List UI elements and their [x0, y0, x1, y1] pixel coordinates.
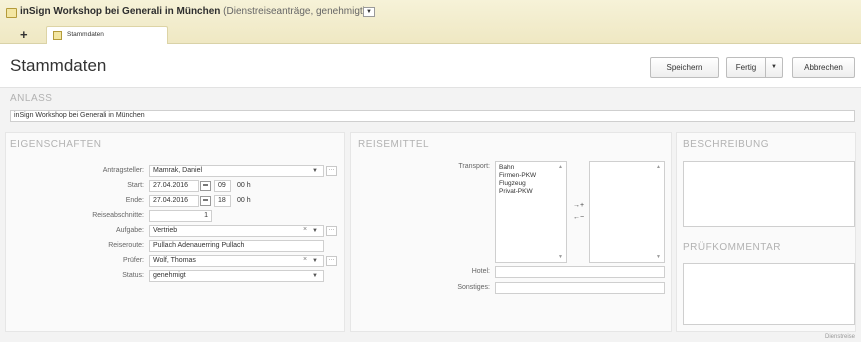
- transport-option[interactable]: Firmen-PKW: [496, 172, 566, 180]
- remove-transport-button[interactable]: ←−: [573, 214, 584, 221]
- chevron-down-icon[interactable]: ▼: [312, 258, 318, 264]
- anlass-input[interactable]: inSign Workshop bei Generali in München: [10, 110, 855, 122]
- start-hour-input[interactable]: 09: [214, 180, 231, 192]
- antragsteller-field[interactable]: Mamrak, Daniel: [149, 165, 324, 177]
- done-button[interactable]: Fertig: [726, 57, 766, 78]
- close-icon[interactable]: ×: [303, 256, 307, 263]
- ende-date-input[interactable]: 27.04.2016: [149, 195, 199, 207]
- hotel-input[interactable]: [495, 266, 665, 278]
- reiseabschnitte-label: Reiseabschnitte:: [92, 212, 144, 219]
- pruefer-label: Prüfer:: [122, 257, 144, 264]
- chevron-down-icon[interactable]: ▼: [312, 273, 318, 279]
- beschreibung-textarea[interactable]: [683, 161, 855, 227]
- done-menu-button[interactable]: ▼: [765, 57, 783, 78]
- save-button[interactable]: Speichern: [650, 57, 719, 78]
- new-tab-button[interactable]: +: [20, 28, 28, 41]
- transport-selected-list[interactable]: ▲ ▼: [589, 161, 665, 263]
- transport-available-list[interactable]: Bahn Firmen-PKW Flugzeug Privat-PKW ▲ ▼: [495, 161, 567, 263]
- hotel-label: Hotel:: [471, 268, 490, 275]
- transport-label: Transport:: [458, 163, 490, 170]
- section-eigenschaften: EIGENSCHAFTEN: [10, 139, 102, 150]
- status-label: Status:: [122, 272, 144, 279]
- document-icon: [53, 31, 62, 40]
- window-title: inSign Workshop bei Generali in München …: [20, 6, 366, 17]
- footer-label: Dienstreise: [824, 334, 855, 340]
- antragsteller-label: Antragsteller:: [102, 167, 144, 174]
- start-minute-input[interactable]: 00 h: [233, 180, 259, 192]
- section-reisemittel: REISEMITTEL: [358, 139, 430, 150]
- tab-stammdaten[interactable]: Stammdaten: [46, 26, 168, 44]
- tab-label: Stammdaten: [67, 31, 104, 38]
- ende-hour-input[interactable]: 18: [214, 195, 231, 207]
- transport-option[interactable]: Bahn: [496, 164, 566, 172]
- reiseabschnitte-input[interactable]: 1: [149, 210, 212, 222]
- window-title-main: inSign Workshop bei Generali in München: [20, 6, 221, 17]
- scroll-up-icon[interactable]: ▲: [656, 164, 661, 170]
- transport-option[interactable]: Privat-PKW: [496, 188, 566, 196]
- pruefer-field[interactable]: Wolf, Thomas: [149, 255, 324, 267]
- window-titlebar: inSign Workshop bei Generali in München …: [0, 0, 861, 44]
- section-anlass: ANLASS: [10, 93, 53, 104]
- reiseroute-label: Reiseroute:: [108, 242, 144, 249]
- calendar-icon[interactable]: [200, 196, 211, 206]
- sonstiges-label: Sonstiges:: [457, 284, 490, 291]
- status-select[interactable]: genehmigt: [149, 270, 324, 282]
- add-transport-button[interactable]: →+: [573, 202, 584, 209]
- ende-label: Ende:: [125, 197, 144, 204]
- chevron-down-icon[interactable]: ▼: [312, 228, 318, 234]
- sonstiges-input[interactable]: [495, 282, 665, 294]
- ende-minute-input[interactable]: 00 h: [233, 195, 259, 207]
- document-icon: [6, 8, 17, 18]
- antragsteller-more-button[interactable]: ···: [326, 166, 337, 176]
- transport-options: Bahn Firmen-PKW Flugzeug Privat-PKW: [496, 162, 566, 196]
- aufgabe-field[interactable]: Vertrieb: [149, 225, 324, 237]
- scroll-down-icon[interactable]: ▼: [558, 254, 563, 260]
- page-title: Stammdaten: [10, 56, 107, 75]
- section-pruefkommentar: PRÜFKOMMENTAR: [683, 242, 781, 253]
- aufgabe-more-button[interactable]: ···: [326, 226, 337, 236]
- pruefer-more-button[interactable]: ···: [326, 256, 337, 266]
- cancel-button[interactable]: Abbrechen: [792, 57, 855, 78]
- scroll-up-icon[interactable]: ▲: [558, 164, 563, 170]
- close-icon[interactable]: ×: [303, 226, 307, 233]
- transport-option[interactable]: Flugzeug: [496, 180, 566, 188]
- section-beschreibung: BESCHREIBUNG: [683, 139, 770, 150]
- chevron-down-icon[interactable]: ▼: [312, 168, 318, 174]
- calendar-icon[interactable]: [200, 181, 211, 191]
- window-menu-button[interactable]: ▼: [363, 7, 375, 17]
- start-label: Start:: [127, 182, 144, 189]
- start-date-input[interactable]: 27.04.2016: [149, 180, 199, 192]
- window-title-status: (Dienstreiseanträge, genehmigt): [223, 6, 367, 17]
- aufgabe-label: Aufgabe:: [115, 227, 144, 234]
- reiseroute-input[interactable]: Pullach Adenauerring Pullach: [149, 240, 324, 252]
- scroll-down-icon[interactable]: ▼: [656, 254, 661, 260]
- pruefkommentar-textarea[interactable]: [683, 263, 855, 325]
